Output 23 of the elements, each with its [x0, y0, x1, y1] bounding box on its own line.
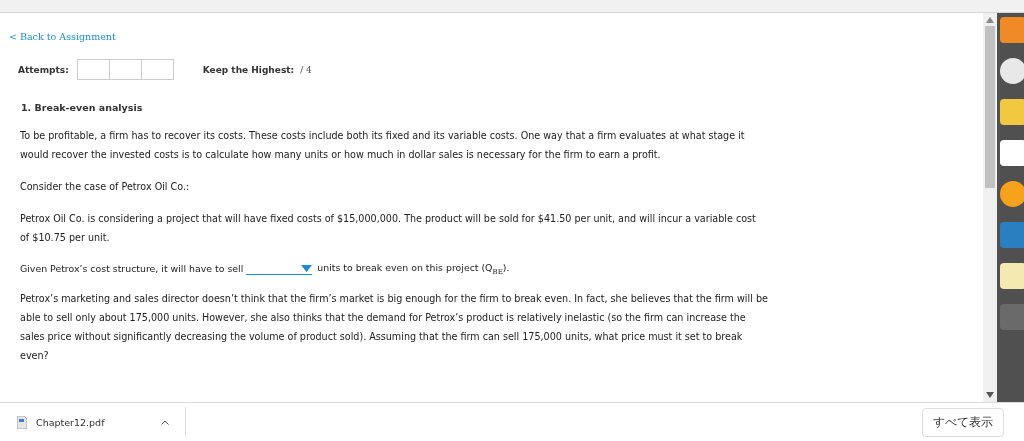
question-paragraph: Petrox Oil Co. is considering a project that will have fixed costs of $15,000,000. The product will be sold for $41.50 per unit, and will incur a variable cost of $10.75 per unit. — [20, 212, 757, 245]
question-paragraph: Petrox’s marketing and sales director doesn’t think that the firm’s market is big enough for the firm to break even. In fact, she believes that the firm will be able to sell only about 175,000 units. However, she also thinks that the demand for Petrox’s product is relatively inelastic (so the firm can increase the sales price without significantly decreasing the volume of product sold). Assuming that the firm can sell 175,000 units, what price must it set to break even? — [20, 291, 768, 363]
download-item[interactable]: Chapter12.pdf — [0, 407, 186, 437]
question-paragraph: To be profitable, a firm has to recover its costs. These costs include both its fixed and its variable costs. One way that a firm evaluates at what stage it would recover the invested costs is to calculate how many units or how much in dollar sales is necessary for the firm to earn a profit. — [20, 129, 746, 162]
back-link[interactable]: < Back to Assignment — [9, 31, 116, 42]
attempts-label: Attempts: — [18, 64, 69, 75]
question-text: units to break even on this project (Q$_{BE}$). — [317, 262, 510, 276]
answer-dropdown[interactable] — [246, 262, 313, 276]
attempt-box — [140, 59, 174, 80]
chevron-up-icon[interactable] — [161, 419, 169, 425]
question-title: 1. Break-even analysis — [21, 102, 144, 113]
scrollbar[interactable] — [983, 13, 997, 402]
caret-icon — [301, 264, 313, 272]
attempt-box — [108, 59, 142, 80]
pdf-file-icon — [17, 415, 27, 429]
show-all-button[interactable]: すべて表示 — [922, 407, 1004, 437]
keep-highest-label: Keep the Highest: — [202, 64, 295, 75]
question-text: Given Petrox’s cost structure, it will have to sell — [20, 263, 244, 275]
scroll-up-icon[interactable] — [986, 17, 994, 23]
question-paragraph: Consider the case of Petrox Oil Co.: — [20, 180, 191, 194]
scroll-down-icon[interactable] — [986, 392, 994, 398]
score-value: / 4 — [300, 64, 312, 75]
attempt-box — [76, 59, 110, 80]
